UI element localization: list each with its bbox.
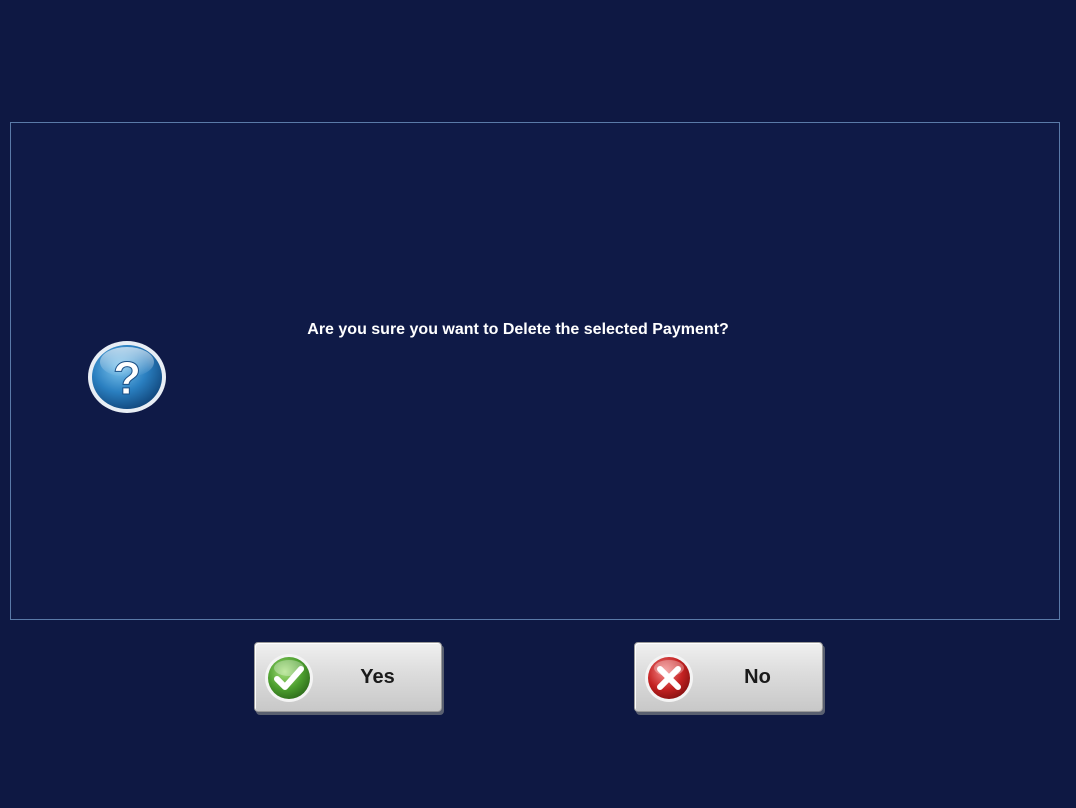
close-icon bbox=[645, 654, 693, 702]
no-label: No bbox=[744, 666, 771, 688]
no-button[interactable]: No bbox=[634, 642, 823, 712]
question-icon: ? bbox=[88, 341, 166, 413]
svg-text:?: ? bbox=[113, 352, 141, 404]
yes-button[interactable]: Yes bbox=[254, 642, 442, 712]
yes-label: Yes bbox=[360, 666, 395, 688]
check-icon bbox=[265, 654, 313, 702]
confirmation-screen: Are you sure you want to Delete the sele… bbox=[0, 0, 1076, 808]
confirmation-message: Are you sure you want to Delete the sele… bbox=[307, 321, 729, 338]
